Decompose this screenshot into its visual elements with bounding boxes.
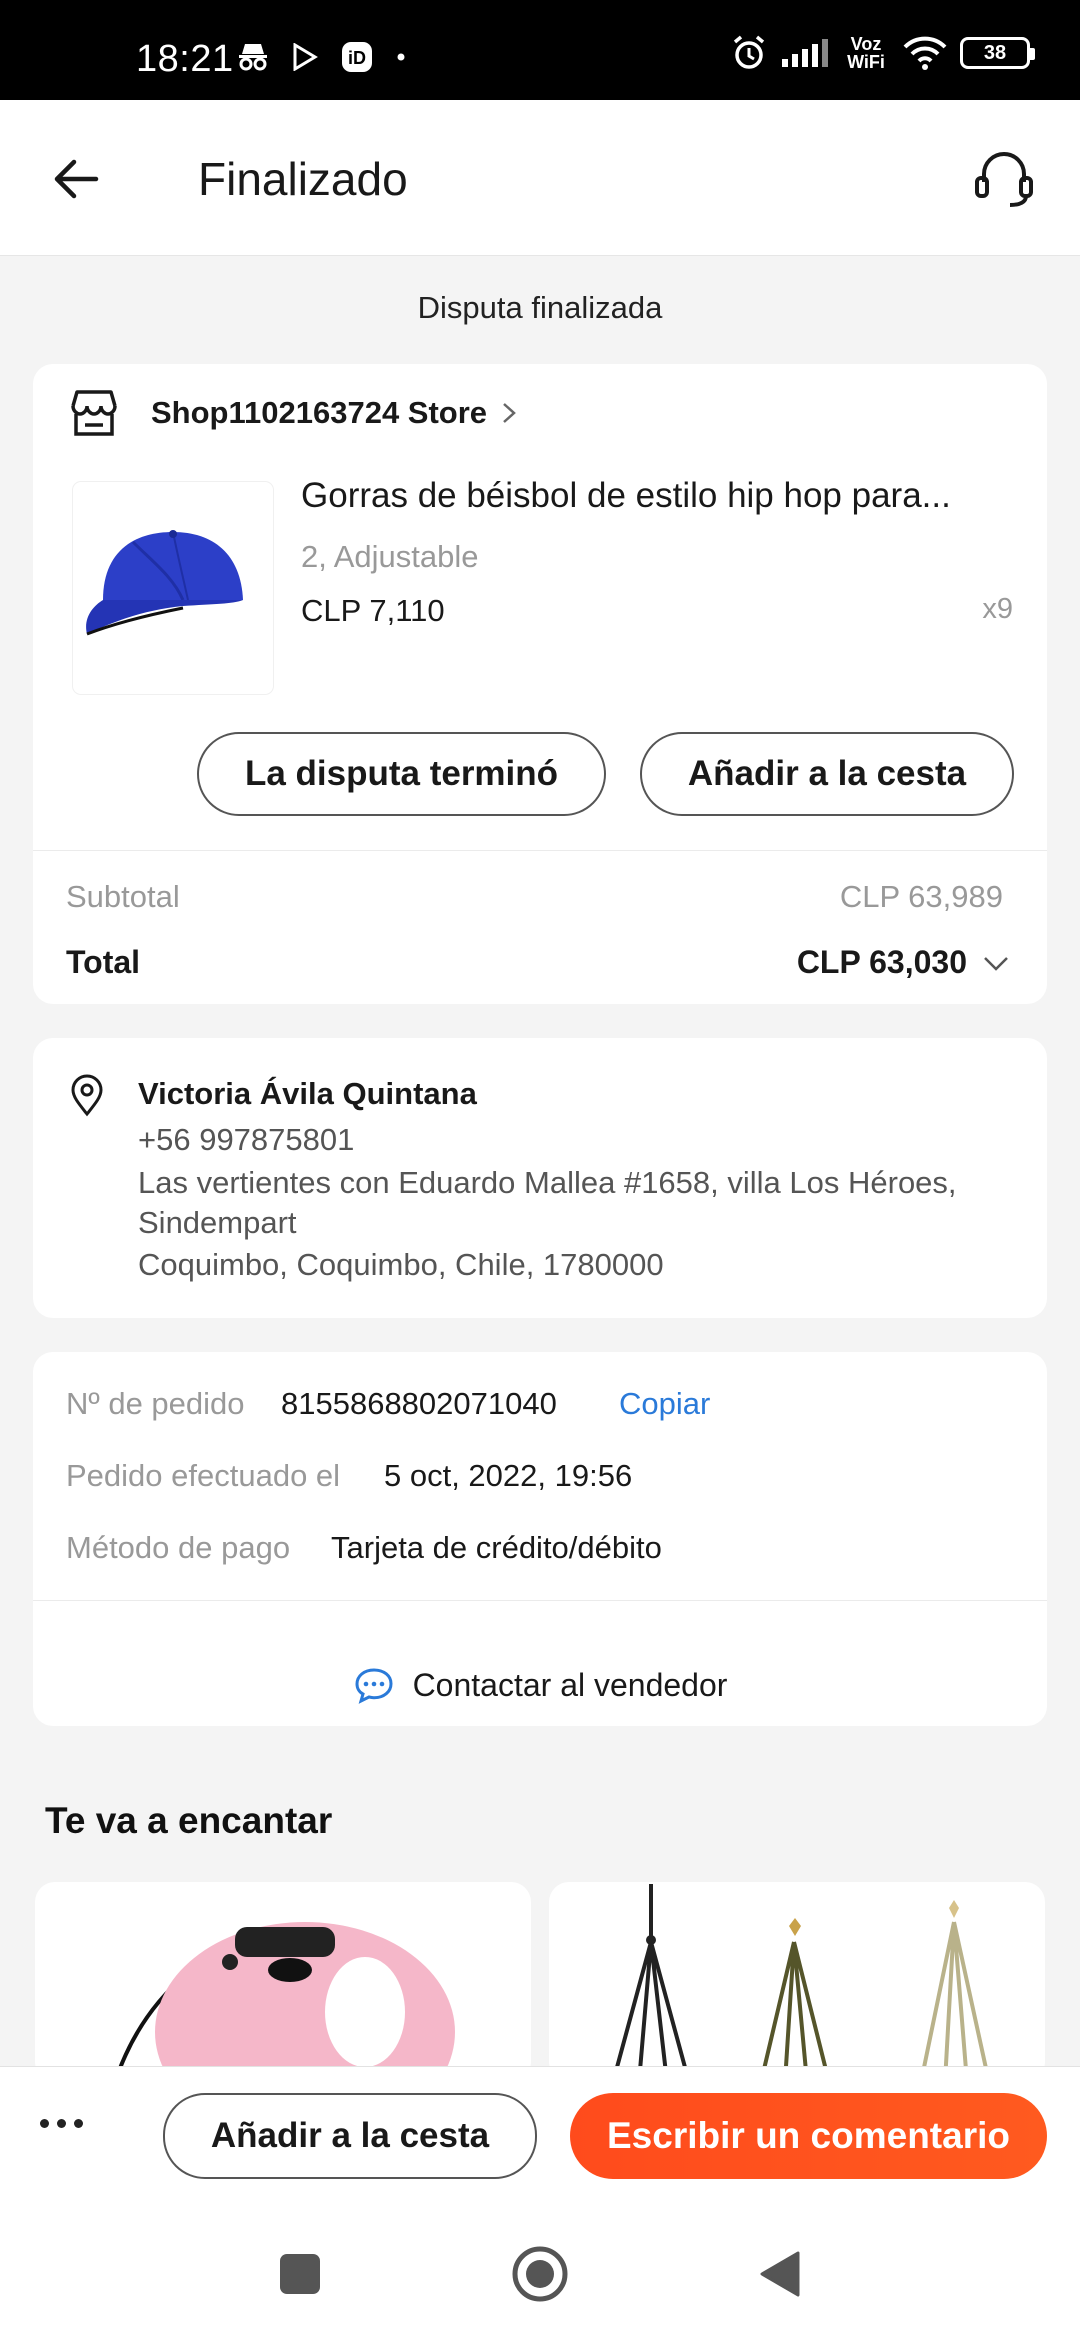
network-label: Voz WiFi [847,34,885,72]
payment-method-value: Tarjeta de crédito/débito [331,1530,662,1565]
divider [33,1600,1047,1601]
signal-icon [782,39,828,67]
chevron-down-icon[interactable] [981,954,1011,974]
arrow-left-icon [54,159,99,199]
wifi-icon [903,36,947,70]
play-store-icon [293,43,318,71]
address-card: Victoria Ávila Quintana +56 997875801 La… [33,1038,1047,1318]
contact-seller-button[interactable]: Contactar al vendedor [33,1640,1047,1730]
alarm-icon [733,35,765,69]
headset-icon [975,152,1033,207]
product-title[interactable]: Gorras de béisbol de estilo hip hop para… [301,476,1021,516]
svg-text:iD: iD [348,48,366,68]
dispute-status-banner: Disputa finalizada [417,290,663,325]
baseball-cap-image [86,530,243,636]
divider [33,850,1047,851]
plant-hangers-image [611,1884,991,2082]
status-left-icons: iD [236,40,406,74]
battery-indicator: 38 [960,37,1035,69]
store-name: Shop1102163724 Store [151,395,488,430]
payment-method-label: Método de pago [66,1530,291,1565]
order-date-label: Pedido efectuado el [66,1458,341,1493]
app-badge-icon: iD [342,42,372,72]
support-button[interactable] [968,144,1040,216]
status-time: 18:21 [136,38,234,80]
more-options-button[interactable] [40,2119,83,2128]
order-number-value: 8155868802071040 [281,1386,557,1421]
back-button[interactable] [44,146,110,212]
recipient-phone: +56 997875801 [138,1122,355,1157]
order-card: Shop1102163724 Store Gorras de béisbol d… [33,364,1047,1004]
contact-seller-label: Contactar al vendedor [412,1666,728,1703]
recents-icon[interactable] [278,2252,322,2296]
product-price: CLP 7,110 [301,593,445,628]
back-triangle-icon[interactable] [758,2249,802,2299]
subtotal-label: Subtotal [66,879,180,914]
location-pin-icon [71,1074,103,1117]
more-dots-icon [40,2119,49,2128]
chat-bubble-icon [355,1668,393,1704]
total-value[interactable]: CLP 63,030 [797,944,967,981]
status-right-icons: Voz WiFi 38 [730,34,1035,72]
add-to-cart-item-button[interactable]: Añadir a la cesta [640,732,1014,816]
product-image[interactable] [73,482,273,694]
product-variant: 2, Adjustable [301,539,479,574]
chevron-right-icon [503,403,516,423]
pink-dog-leash-image [113,1922,455,2082]
address-line-2: Coquimbo, Coquimbo, Chile, 1780000 [138,1247,664,1282]
system-nav-bar [0,2216,1080,2340]
incognito-icon [239,44,267,71]
dispute-ended-button[interactable]: La disputa terminó [197,732,606,816]
subtotal-value: CLP 63,989 [839,879,1003,914]
recommendation-item[interactable] [549,1882,1045,2082]
recipient-name: Victoria Ávila Quintana [138,1076,477,1111]
order-number-label: Nº de pedido [66,1386,245,1421]
store-icon [71,390,117,436]
recommendations-title: Te va a encantar [45,1800,333,1841]
dot-icon [397,53,405,61]
write-review-button[interactable]: Escribir un comentario [570,2093,1047,2179]
bottom-action-bar: Añadir a la cesta Escribir un comentario [0,2066,1080,2216]
address-line-1: Las vertientes con Eduardo Mallea #1658,… [138,1165,957,1240]
store-link[interactable]: Shop1102163724 Store [65,384,519,442]
total-label: Total [66,944,141,980]
order-info-card: Nº de pedido 8155868802071040 Copiar Ped… [33,1352,1047,1726]
page-title: Finalizado [198,153,408,205]
copy-order-number-link[interactable]: Copiar [619,1386,710,1422]
add-to-cart-button[interactable]: Añadir a la cesta [163,2093,537,2179]
order-date-value: 5 oct, 2022, 19:56 [384,1458,633,1493]
home-icon[interactable] [510,2244,570,2304]
status-bar: 18:21 iD Voz WiFi 38 [0,0,1080,100]
product-quantity: x9 [982,593,1013,625]
app-header: Finalizado [0,100,1080,256]
recommendation-item[interactable] [35,1882,531,2082]
